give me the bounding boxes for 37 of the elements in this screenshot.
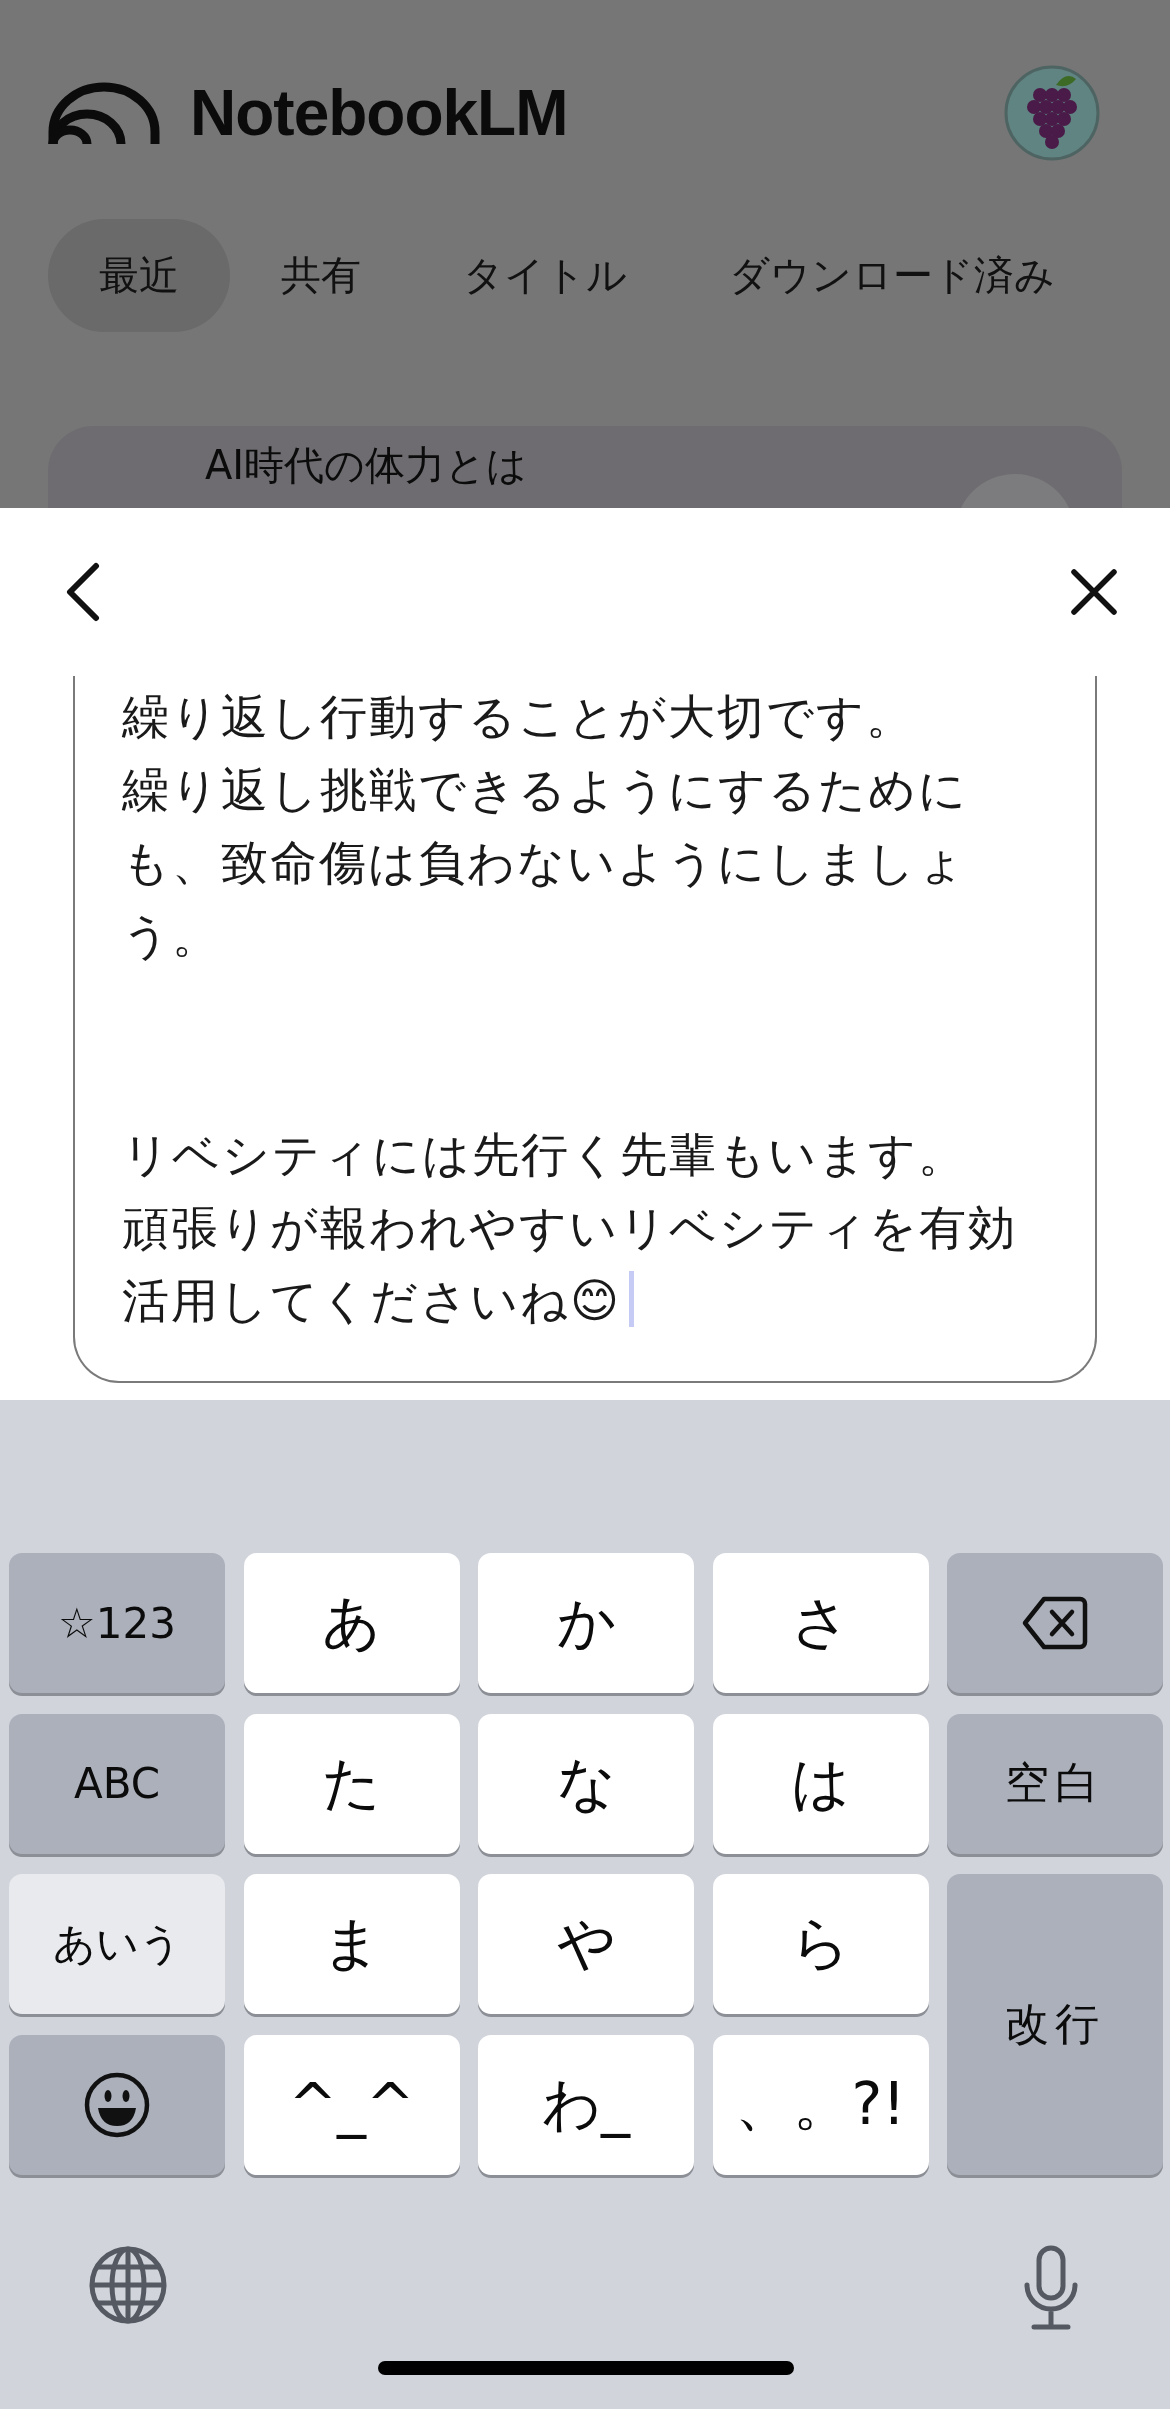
text-paragraph: 繰り返し挑戦できるようにするためにも、致命傷は負わないようにしましょう。: [122, 761, 969, 965]
keyboard-key[interactable]: は: [712, 1713, 929, 1854]
filter-tab[interactable]: タイトル: [412, 219, 678, 332]
keyboard-key[interactable]: わ_: [478, 2034, 694, 2175]
keyboard-key[interactable]: ら: [712, 1874, 929, 2014]
keyboard-key[interactable]: な: [478, 1713, 694, 1854]
grapes-avatar[interactable]: [1004, 65, 1100, 161]
logo-icon: [48, 82, 160, 144]
keyboard-key[interactable]: さ: [712, 1553, 929, 1693]
globe-icon[interactable]: [88, 2244, 168, 2325]
keyboard-key[interactable]: ま: [243, 1874, 460, 2014]
keyboard-key[interactable]: や: [478, 1874, 694, 2014]
input-mode-key[interactable]: ABC: [9, 1713, 225, 1854]
input-mode-key[interactable]: ☆123: [9, 1553, 225, 1693]
backspace-key[interactable]: [947, 1553, 1163, 1693]
keyboard-key[interactable]: ^_^: [243, 2034, 460, 2175]
filter-tab[interactable]: 共有: [230, 219, 412, 332]
space-key[interactable]: 空白: [947, 1713, 1163, 1854]
microphone-icon[interactable]: [1022, 2244, 1080, 2331]
smiley-icon: [84, 2071, 150, 2138]
text-paragraph: 頑張りが報われやすいリベシティを有効活用してくださいね😊: [122, 1199, 1018, 1330]
keyboard-key[interactable]: 、。?!: [712, 2034, 929, 2175]
emoji-key[interactable]: [9, 2034, 225, 2175]
close-button[interactable]: [1070, 568, 1118, 616]
keyboard-key[interactable]: か: [478, 1553, 694, 1693]
keyboard-key[interactable]: あ: [243, 1553, 460, 1693]
text-paragraph: 繰り返し行動することが大切です。: [122, 688, 916, 746]
keyboard-key[interactable]: た: [243, 1713, 460, 1854]
notebook-card[interactable]: AI時代の体力とは: [48, 426, 1122, 508]
app-title: NotebookLM: [190, 76, 568, 150]
filter-tab[interactable]: ダウンロード済み: [678, 219, 1106, 332]
return-key[interactable]: 改行: [947, 1874, 1163, 2175]
text-paragraph: リベシティには先行く先輩もいます。: [122, 1126, 968, 1184]
input-mode-key[interactable]: あいう: [9, 1874, 225, 2014]
backspace-icon: [1022, 1595, 1088, 1651]
notebook-title: AI時代の体力とは: [205, 441, 528, 490]
text-field[interactable]: 繰り返し行動することが大切です。 繰り返し挑戦できるようにするためにも、致命傷は負わないようにしましょう。 リベシティには先行く先輩もいます。 頑張りが報われやすいリベシティを有効活用してくださいね😊: [73, 676, 1097, 1383]
